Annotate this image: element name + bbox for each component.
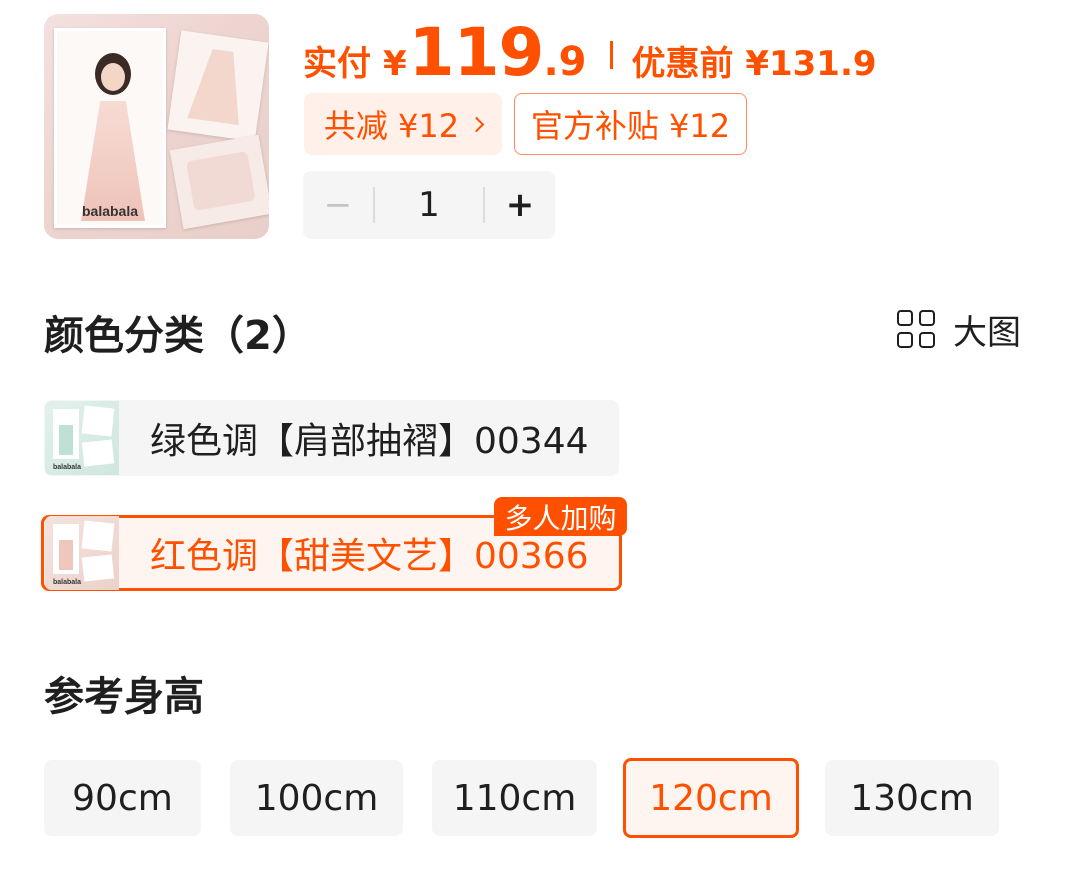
chevron-right-icon xyxy=(468,116,485,132)
increase-quantity-button[interactable]: + xyxy=(485,171,555,239)
big-image-label: 大图 xyxy=(953,312,1021,353)
original-price: 优惠前 ¥131.9 xyxy=(631,44,877,84)
size-option-90cm[interactable]: 90cm xyxy=(44,760,201,836)
quantity-stepper: − 1 + xyxy=(303,171,555,239)
color-option-thumbnail: balabala xyxy=(45,401,119,475)
color-option-thumbnail: balabala xyxy=(45,516,119,590)
total-discount-text: 共减 ¥12 xyxy=(323,107,460,145)
popular-badge: 多人加购 xyxy=(494,497,627,536)
official-subsidy-tag: 官方补贴 ¥12 xyxy=(514,93,747,155)
price-row: 实付 ¥ 119 .9 优惠前 ¥131.9 xyxy=(303,14,877,91)
size-option-120cm[interactable]: 120cm xyxy=(623,758,799,838)
quantity-value[interactable]: 1 xyxy=(375,185,483,225)
big-image-toggle[interactable]: 大图 xyxy=(897,306,1021,353)
final-price-decimal: .9 xyxy=(543,39,587,85)
final-price-integer: 119 xyxy=(408,14,545,91)
size-option-100cm[interactable]: 100cm xyxy=(230,760,403,836)
subsidy-text: 官方补贴 ¥12 xyxy=(530,107,731,145)
collar-detail-photo xyxy=(169,134,269,230)
dress-photo xyxy=(167,30,269,142)
decrease-quantity-button[interactable]: − xyxy=(303,171,373,239)
product-image[interactable]: balabala xyxy=(44,14,269,239)
currency-symbol: ¥ xyxy=(383,44,407,84)
brand-logo: balabala xyxy=(81,203,139,219)
final-price-label: 实付 xyxy=(303,44,371,84)
grid-icon xyxy=(897,310,935,348)
total-discount-tag[interactable]: 共减 ¥12 xyxy=(304,93,502,155)
size-option-130cm[interactable]: 130cm xyxy=(825,760,999,836)
color-option-label: 绿色调【肩部抽褶】00344 xyxy=(150,421,589,462)
model-photo: balabala xyxy=(54,28,166,228)
price-divider xyxy=(610,41,614,69)
size-section-title: 参考身高 xyxy=(44,674,204,720)
color-section-title: 颜色分类（2） xyxy=(44,313,312,359)
color-option-green[interactable]: balabala 绿色调【肩部抽褶】00344 xyxy=(44,400,619,476)
size-option-110cm[interactable]: 110cm xyxy=(432,760,597,836)
